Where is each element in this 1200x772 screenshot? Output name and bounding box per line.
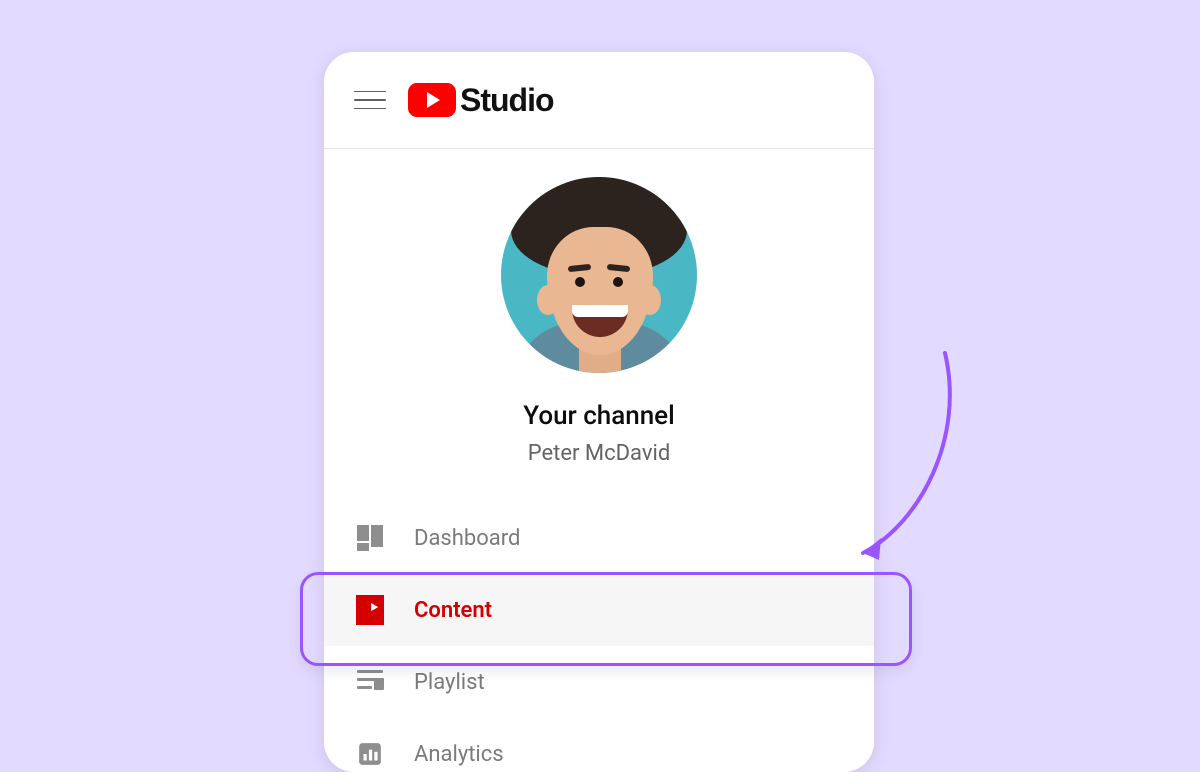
dashboard-icon <box>356 525 384 551</box>
sidebar-nav: Dashboard Content Playlist <box>324 502 874 772</box>
hamburger-menu-icon[interactable] <box>354 87 386 113</box>
sidebar-item-label: Dashboard <box>414 526 520 551</box>
sidebar-item-dashboard[interactable]: Dashboard <box>324 502 874 574</box>
content-icon <box>356 595 384 625</box>
studio-logo-text: Studio <box>460 82 554 119</box>
channel-profile: Your channel Peter McDavid <box>324 177 874 466</box>
playlist-icon <box>356 670 384 694</box>
studio-sidebar-card: Studio Your channel Peter McDavid Dashbo… <box>324 52 874 772</box>
channel-heading: Your channel <box>523 401 674 431</box>
sidebar-item-analytics[interactable]: Analytics <box>324 718 874 772</box>
analytics-icon <box>356 741 384 767</box>
sidebar-item-playlist[interactable]: Playlist <box>324 646 874 718</box>
youtube-play-icon <box>408 83 456 117</box>
sidebar-item-content[interactable]: Content <box>324 574 874 646</box>
sidebar-item-label: Analytics <box>414 742 504 767</box>
top-bar: Studio <box>324 52 874 149</box>
sidebar-item-label: Content <box>414 598 492 623</box>
studio-logo[interactable]: Studio <box>408 82 554 119</box>
sidebar-item-label: Playlist <box>414 670 485 695</box>
channel-owner-name: Peter McDavid <box>528 441 671 466</box>
channel-avatar[interactable] <box>501 177 697 373</box>
